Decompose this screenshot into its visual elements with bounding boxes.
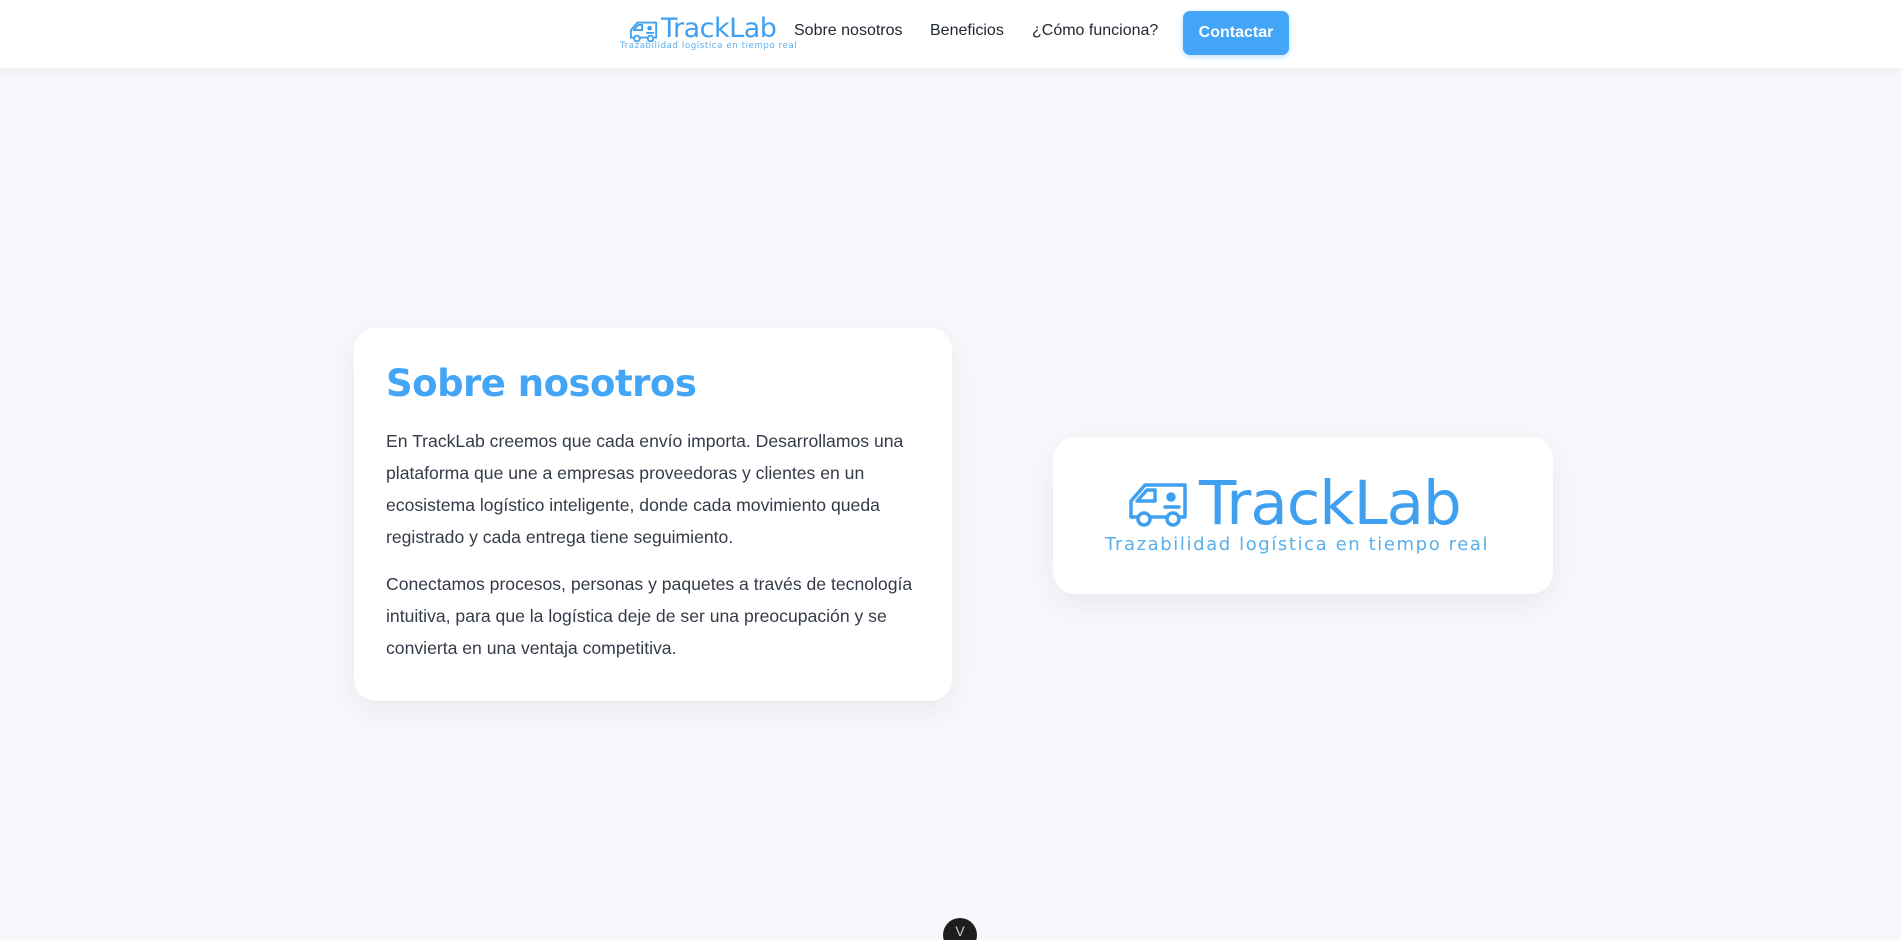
nav-link-como-funciona[interactable]: ¿Cómo funciona? [1032, 22, 1158, 40]
nav-link-sobre-nosotros[interactable]: Sobre nosotros [794, 22, 903, 40]
floating-badge-icon[interactable]: V [943, 918, 977, 940]
nav-link-beneficios[interactable]: Beneficios [930, 22, 1004, 40]
logo-card: TrackLab Trazabilidad logística en tiemp… [1053, 437, 1553, 594]
contact-button[interactable]: Contactar [1183, 11, 1289, 55]
about-paragraph-2: Conectamos procesos, personas y paquetes… [386, 574, 913, 658]
truck-icon [1129, 483, 1187, 527]
logo-brand-name: TrackLab [1199, 468, 1462, 539]
nav-brand-name: TrackLab [661, 13, 777, 44]
about-title: Sobre nosotros [386, 362, 697, 405]
about-card: Sobre nosotros En TrackLab creemos que c… [354, 328, 952, 701]
badge-glyph: V [955, 923, 965, 939]
logo-tagline: Trazabilidad logística en tiempo real [1105, 534, 1490, 555]
navbar: TrackLab Trazabilidad logística en tiemp… [0, 0, 1901, 68]
nav-logo[interactable]: TrackLab Trazabilidad logística en tiemp… [618, 10, 797, 56]
nav-brand-tagline: Trazabilidad logística en tiempo real [620, 41, 798, 51]
about-paragraph-1: En TrackLab creemos que cada envío impor… [386, 431, 904, 547]
